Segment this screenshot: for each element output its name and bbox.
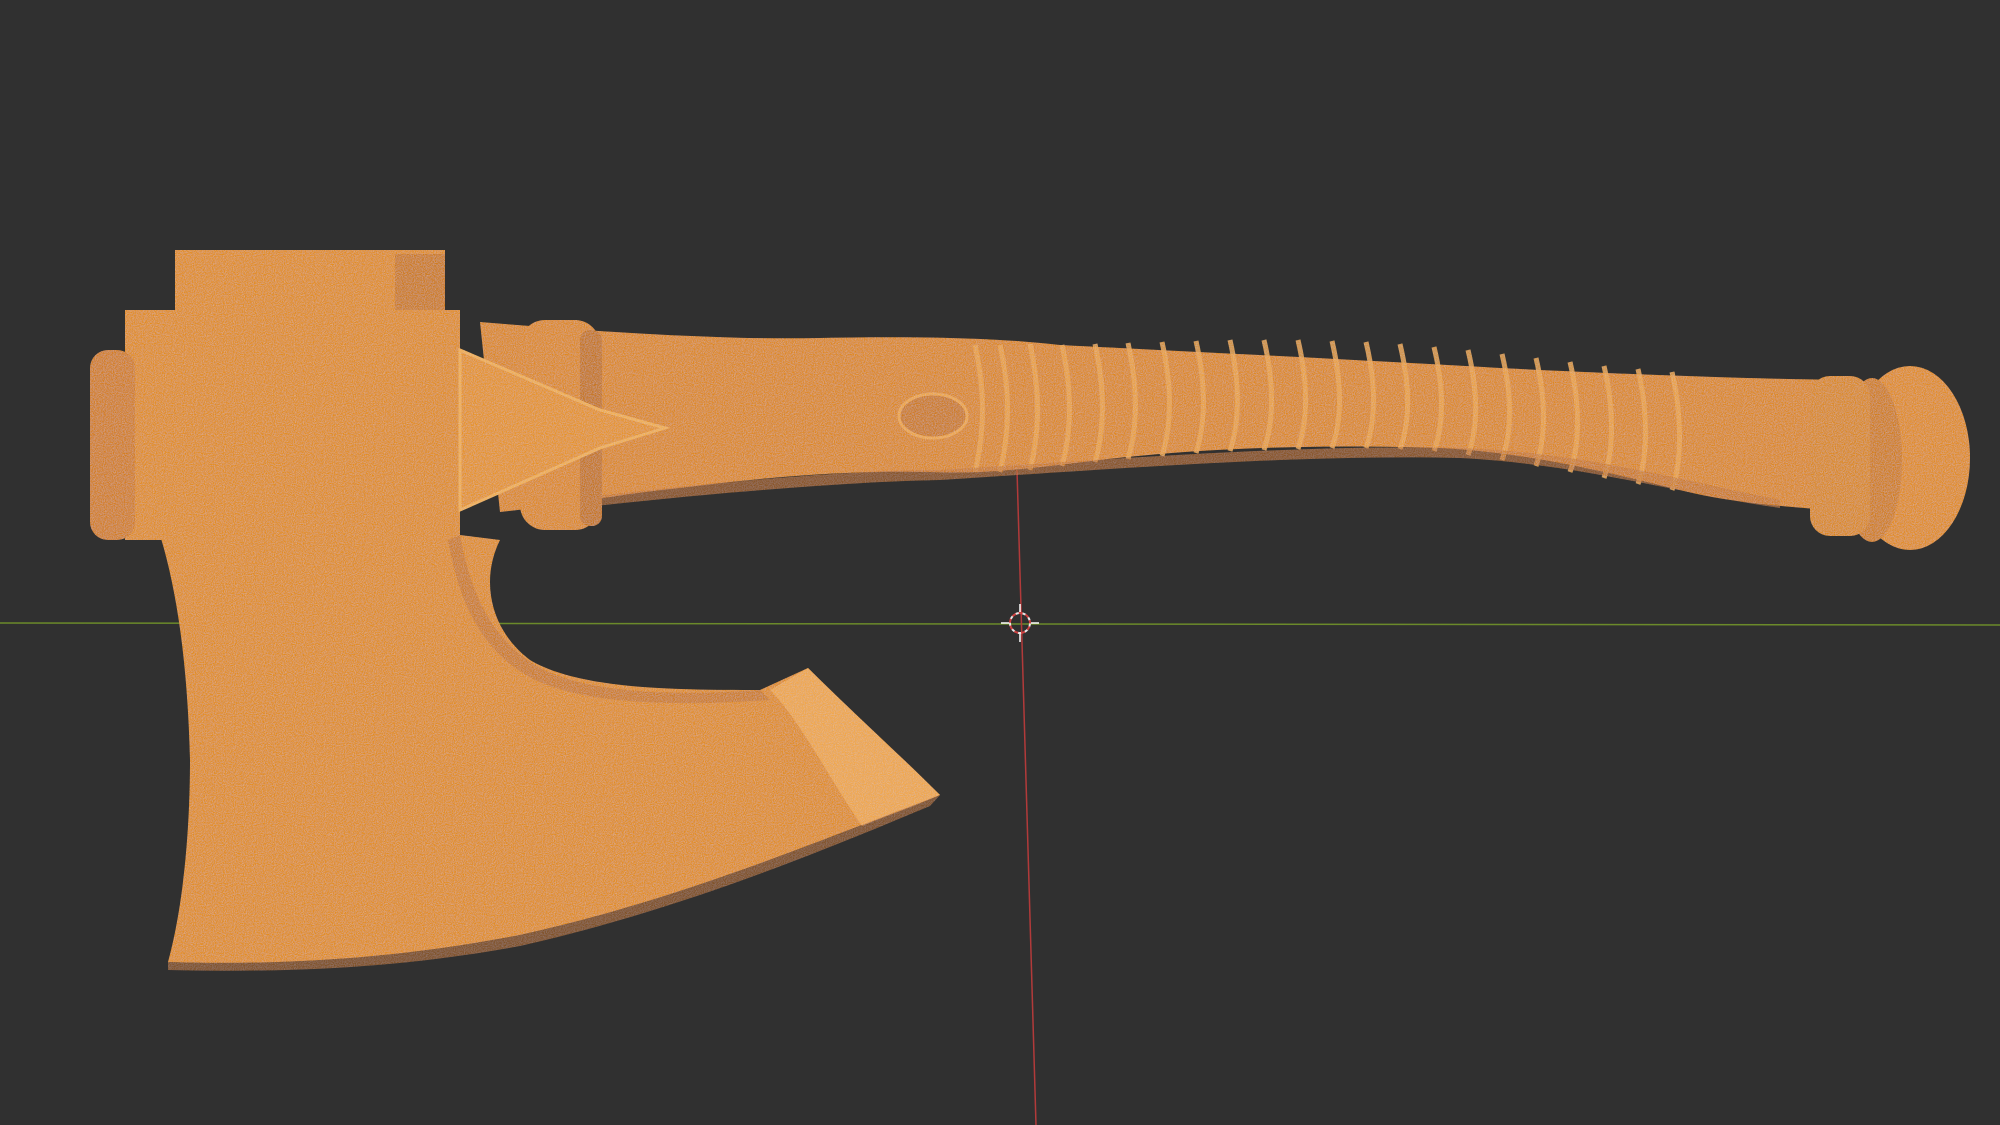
y-axis-line <box>1016 469 1037 1125</box>
3d-viewport[interactable] <box>0 0 2000 1125</box>
axe-head-block[interactable] <box>125 310 460 540</box>
axe-head-side <box>90 350 135 540</box>
axe-object[interactable] <box>90 250 1970 971</box>
axe-collar-emblem <box>897 392 969 440</box>
3d-cursor-icon[interactable] <box>1001 604 1039 642</box>
axe-handle-knob-neck <box>1810 376 1870 536</box>
viewport-scene <box>0 250 2000 1125</box>
axe-poll-top-cap <box>395 254 445 314</box>
